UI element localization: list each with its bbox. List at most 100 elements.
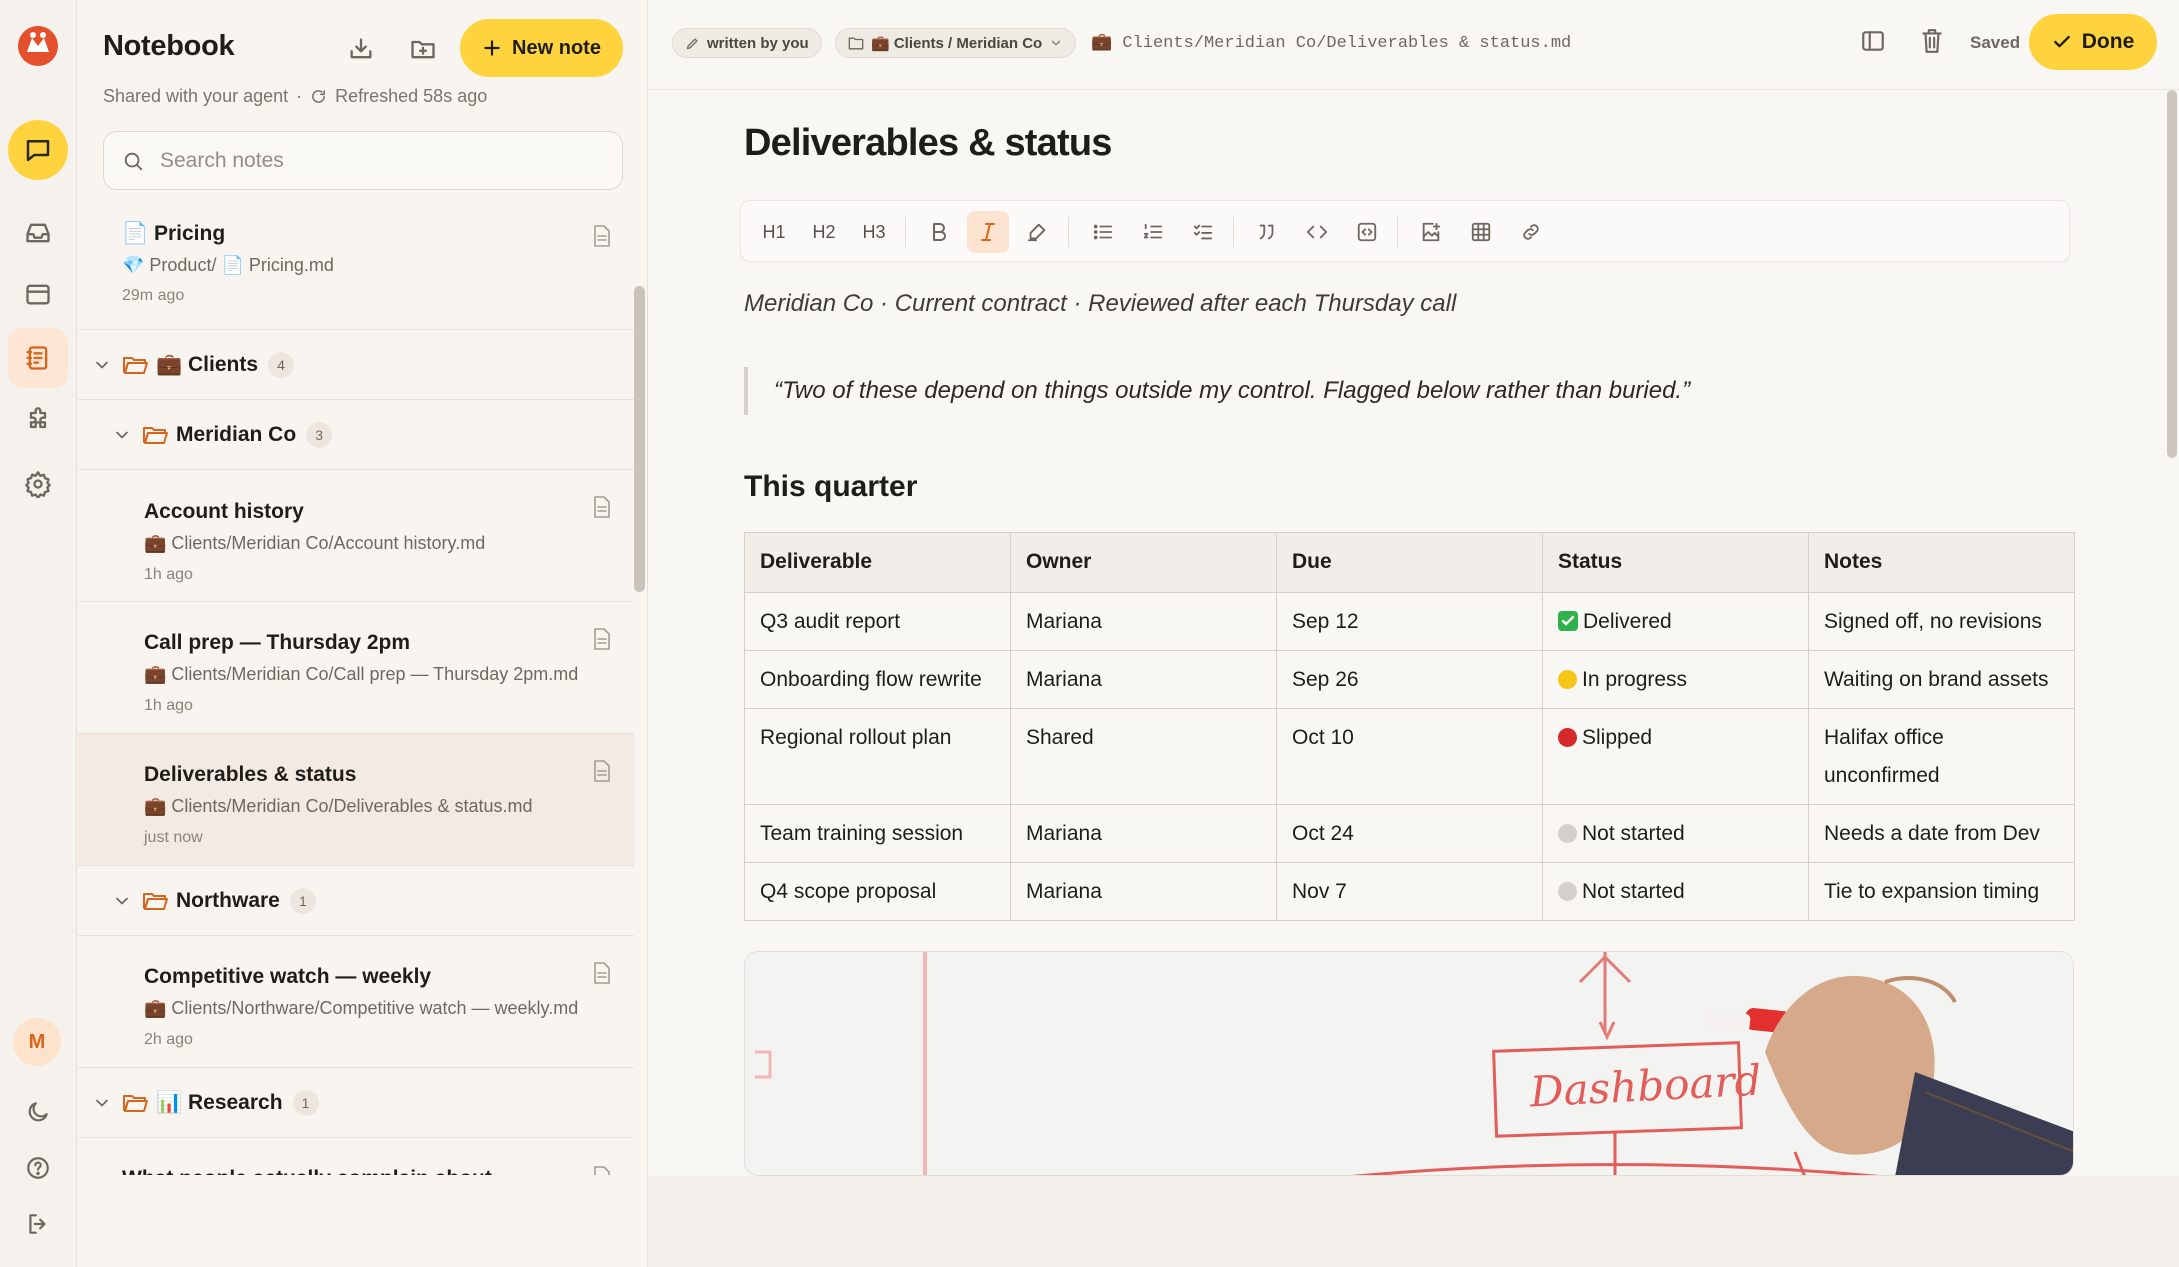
quote-icon[interactable] [1246,211,1288,253]
checklist-icon[interactable] [1182,211,1224,253]
cell-owner[interactable]: Mariana [1010,804,1277,863]
cell-owner[interactable]: Shared [1010,708,1277,805]
cell-notes[interactable]: Needs a date from Dev [1808,804,2075,863]
cell-status[interactable]: In progress [1542,650,1809,709]
cell-due[interactable]: Oct 10 [1276,708,1543,805]
author-pill[interactable]: written by you [672,28,822,58]
heading-3-button[interactable]: H3 [853,211,895,253]
user-avatar[interactable]: M [13,1018,61,1066]
cell-notes[interactable]: Signed off, no revisions [1808,592,2075,651]
new-note-button[interactable]: New note [460,19,623,77]
folder-northware[interactable]: Northware 1 [78,866,634,936]
cell-status[interactable]: Delivered [1542,592,1809,651]
note-item-deliverables-active[interactable]: Deliverables & status 💼 Clients/Meridian… [78,734,634,866]
settings-gear-icon[interactable] [8,454,68,514]
folder-count: 3 [306,421,333,448]
app-logo[interactable] [15,22,61,68]
link-icon[interactable] [1510,211,1552,253]
folder-clients[interactable]: 💼 Clients 4 [78,330,634,400]
cell-status[interactable]: Slipped [1542,708,1809,805]
chevron-down-icon [1052,40,1061,46]
cell-deliverable[interactable]: Q3 audit report [744,592,1011,651]
header-notes[interactable]: Notes [1808,532,2075,593]
table-row: Team training session Mariana Oct 24 Not… [744,804,2075,863]
notebook-icon[interactable] [8,328,68,388]
cell-due[interactable]: Sep 12 [1276,592,1543,651]
puzzle-icon[interactable] [8,390,68,450]
refresh-icon[interactable] [310,88,327,105]
header-status[interactable]: Status [1542,532,1809,593]
note-item-competitive-watch[interactable]: Competitive watch — weekly 💼 Clients/Nor… [78,936,634,1068]
header-owner[interactable]: Owner [1010,532,1277,593]
cell-owner[interactable]: Mariana [1010,650,1277,709]
dark-mode-moon-icon[interactable] [8,1082,68,1142]
trash-icon[interactable] [1919,27,1945,55]
folder-pill-dropdown[interactable]: 💼 Clients / Meridian Co [835,28,1077,58]
cell-notes[interactable]: Halifax office unconfirmed [1808,708,2075,805]
table-row: Onboarding flow rewrite Mariana Sep 26 I… [744,650,2075,709]
whiteboard-image[interactable]: Dashboard [744,951,2074,1176]
folder-research[interactable]: 📊 Research 1 [78,1068,634,1138]
add-image-icon[interactable] [1410,211,1452,253]
heading-1-button[interactable]: H1 [753,211,795,253]
note-item-pricing[interactable]: 📄 Pricing 💎 Product/ 📄 Pricing.md 29m ag… [78,205,634,330]
code-icon[interactable] [1296,211,1338,253]
cell-owner[interactable]: Mariana [1010,592,1277,651]
cell-deliverable[interactable]: Onboarding flow rewrite [744,650,1011,709]
cell-deliverable[interactable]: Q4 scope proposal [744,862,1011,921]
document-meta-line[interactable]: Meridian Co · Current contract · Reviewe… [744,290,1456,318]
note-item-account-history[interactable]: Account history 💼 Clients/Meridian Co/Ac… [78,470,634,602]
folder-label: 💼 Clients [156,352,258,376]
cell-deliverable[interactable]: Team training session [744,804,1011,863]
new-folder-icon[interactable] [406,32,440,66]
calendar-icon[interactable] [8,264,68,324]
section-heading[interactable]: This quarter [744,470,917,504]
table-row: Q3 audit report Mariana Sep 12 Delivered… [744,592,2075,651]
highlighter-icon[interactable] [1016,211,1058,253]
search-input[interactable] [158,147,598,174]
numbered-list-icon[interactable] [1132,211,1174,253]
cell-notes[interactable]: Waiting on brand assets [1808,650,2075,709]
editor-scrollbar[interactable] [2167,90,2177,458]
cell-status[interactable]: Not started [1542,804,1809,863]
italic-icon-active[interactable] [967,211,1009,253]
folder-open-icon [143,892,168,910]
header-deliverable[interactable]: Deliverable [744,532,1011,593]
code-block-icon[interactable] [1346,211,1388,253]
table-icon[interactable] [1460,211,1502,253]
note-item-complaints[interactable]: What people actually complain about [78,1138,634,1175]
cell-owner[interactable]: Mariana [1010,862,1277,921]
document-icon [592,225,612,247]
note-title: Call prep — Thursday 2pm [144,631,411,654]
import-icon[interactable] [344,32,378,66]
document-icon [592,496,612,518]
chevron-down-icon[interactable] [112,891,132,911]
done-button[interactable]: Done [2029,14,2157,70]
inbox-icon[interactable] [8,203,68,263]
cell-status[interactable]: Not started [1542,862,1809,921]
cell-due[interactable]: Sep 26 [1276,650,1543,709]
chevron-down-icon[interactable] [92,355,112,375]
bold-icon[interactable] [918,211,960,253]
cell-deliverable[interactable]: Regional rollout plan [744,708,1011,805]
cell-due[interactable]: Oct 24 [1276,804,1543,863]
cell-notes[interactable]: Tie to expansion timing [1808,862,2075,921]
cell-due[interactable]: Nov 7 [1276,862,1543,921]
document-title[interactable]: Deliverables & status [744,122,1112,165]
search-box[interactable] [103,131,623,190]
sidebar-toggle-icon[interactable] [1860,28,1886,54]
folder-meridian-co[interactable]: Meridian Co 3 [78,400,634,470]
sidebar-scrollbar[interactable] [634,286,645,592]
h3-label: H3 [862,221,886,242]
logout-icon[interactable] [8,1194,68,1254]
bullet-list-icon[interactable] [1082,211,1124,253]
chat-icon[interactable] [8,120,68,180]
chevron-down-icon[interactable] [112,425,132,445]
heading-2-button[interactable]: H2 [803,211,845,253]
note-item-call-prep[interactable]: Call prep — Thursday 2pm 💼 Clients/Merid… [78,602,634,734]
help-icon[interactable] [8,1138,68,1198]
chevron-down-icon[interactable] [92,1093,112,1113]
blockquote[interactable]: “Two of these depend on things outside m… [744,367,1690,415]
status-text: Not started [1582,880,1685,903]
header-due[interactable]: Due [1276,532,1543,593]
